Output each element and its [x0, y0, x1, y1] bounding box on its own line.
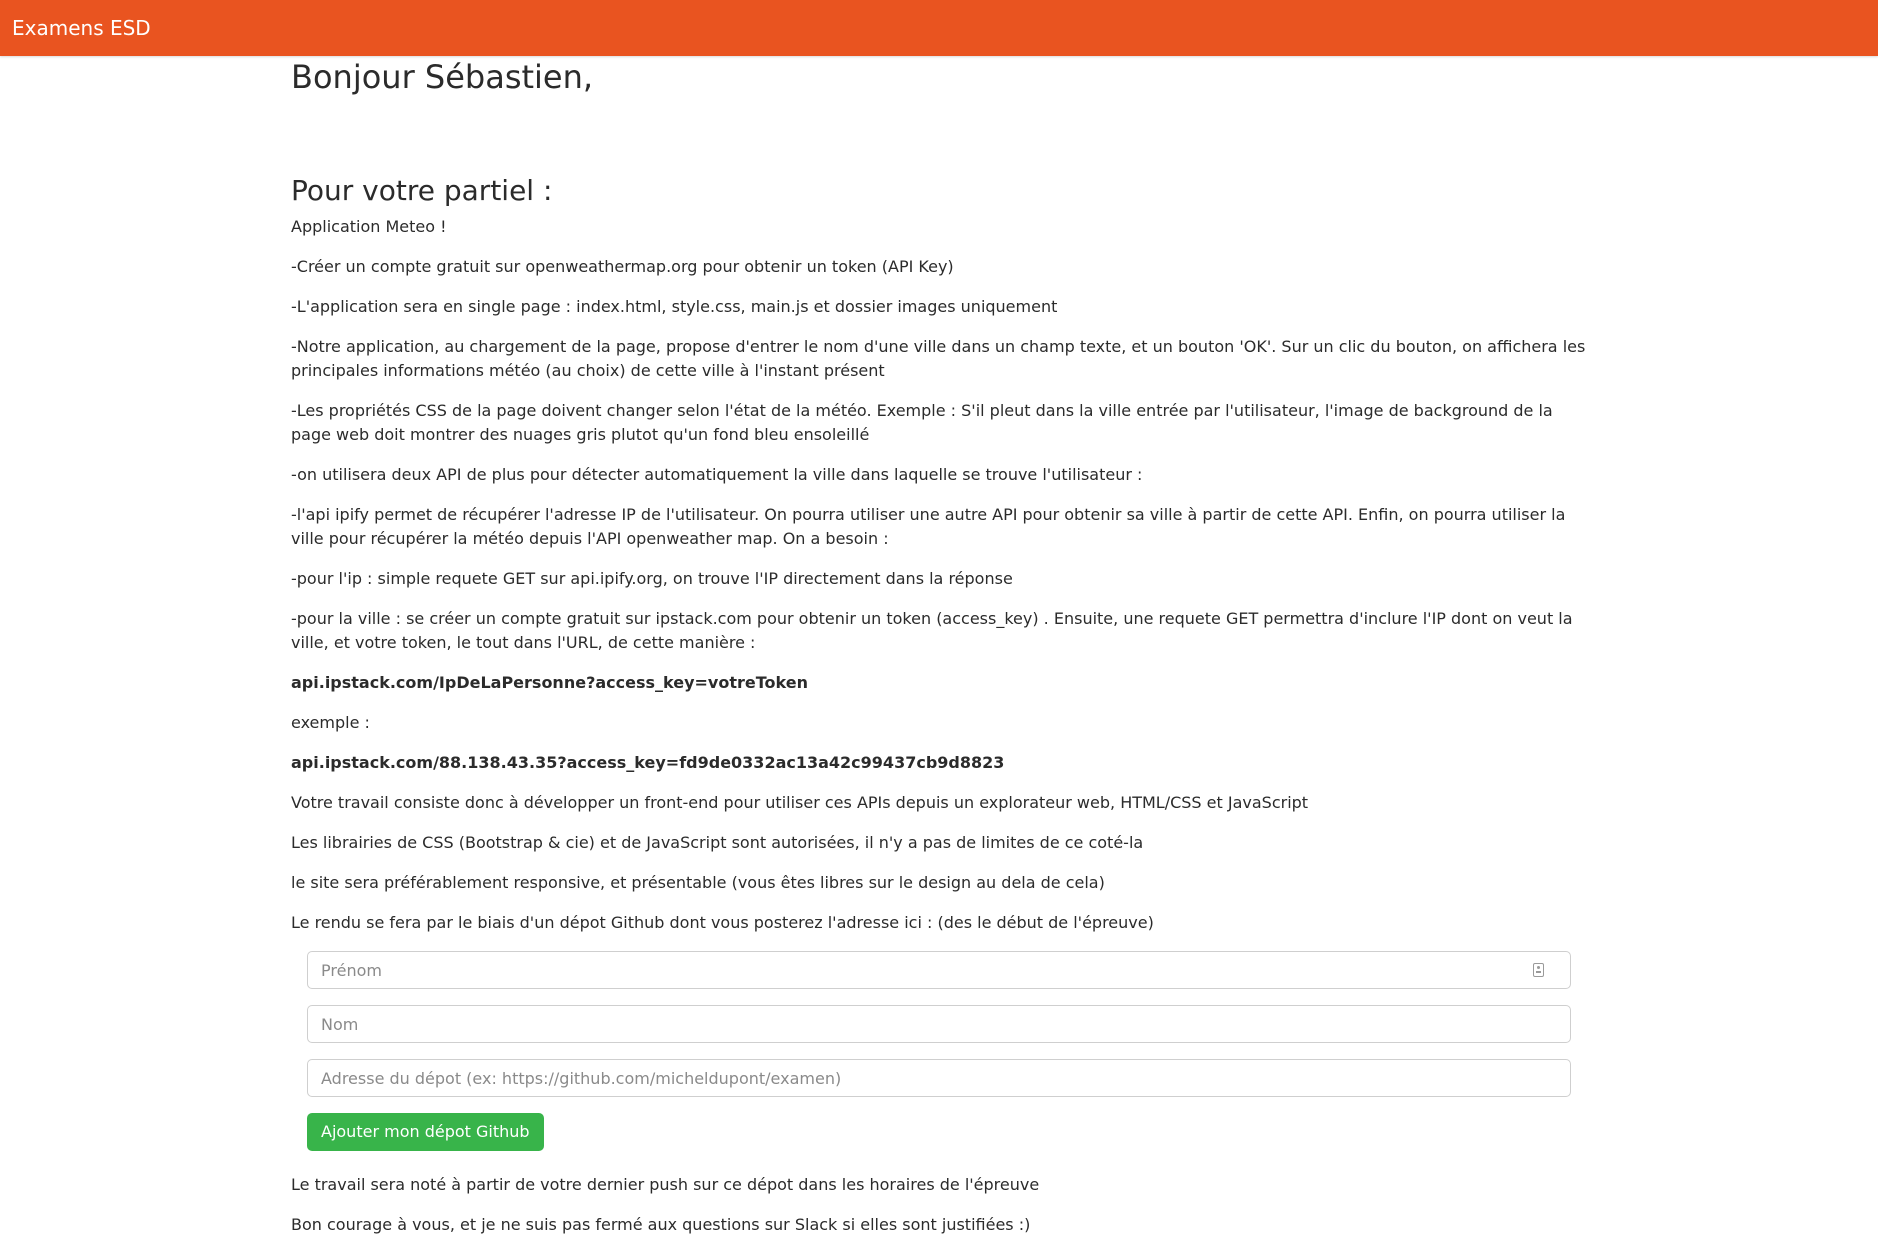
- instruction-paragraph: -Notre application, au chargement de la …: [291, 337, 1586, 380]
- firstname-input[interactable]: [308, 952, 1570, 988]
- instruction-paragraph: -pour l'ip : simple requete GET sur api.…: [291, 569, 1013, 588]
- lastname-input[interactable]: [308, 1006, 1570, 1042]
- repo-url-field-wrapper: [307, 1059, 1571, 1097]
- repo-submit-form: Ajouter mon dépot Github: [307, 951, 1571, 1173]
- firstname-field-wrapper: [307, 951, 1571, 989]
- closing-paragraph: Bon courage à vous, et je ne suis pas fe…: [291, 1215, 1031, 1234]
- lastname-field-wrapper: [307, 1005, 1571, 1043]
- instruction-paragraph: le site sera préférablement responsive, …: [291, 873, 1105, 892]
- instruction-paragraph: -pour la ville : se créer un compte grat…: [291, 609, 1573, 652]
- instruction-paragraph: Les librairies de CSS (Bootstrap & cie) …: [291, 833, 1144, 852]
- top-navbar: Examens ESD: [0, 0, 1878, 56]
- instruction-paragraph: -L'application sera en single page : ind…: [291, 297, 1058, 316]
- instruction-paragraph: -Créer un compte gratuit sur openweather…: [291, 257, 954, 276]
- code-example: api.ipstack.com/IpDeLaPersonne?access_ke…: [291, 673, 808, 692]
- add-repo-button[interactable]: Ajouter mon dépot Github: [307, 1113, 544, 1151]
- assignment-heading: Pour votre partiel :: [291, 174, 553, 207]
- instruction-paragraph: -on utilisera deux API de plus pour déte…: [291, 465, 1143, 484]
- assignment-content: Application Meteo ! -Créer un compte grat…: [291, 215, 1591, 1253]
- code-example: api.ipstack.com/88.138.43.35?access_key=…: [291, 753, 1005, 772]
- contact-card-icon[interactable]: [1533, 963, 1544, 977]
- instruction-paragraph: Application Meteo !: [291, 217, 447, 236]
- instructions-list: Application Meteo ! -Créer un compte grat…: [291, 215, 1591, 935]
- closing-notes: Le travail sera noté à partir de votre d…: [291, 1173, 1591, 1237]
- brand-link[interactable]: Examens ESD: [12, 15, 151, 41]
- instruction-paragraph: -Les propriétés CSS de la page doivent c…: [291, 401, 1553, 444]
- instruction-paragraph: -l'api ipify permet de récupérer l'adres…: [291, 505, 1566, 548]
- instruction-paragraph: Le rendu se fera par le biais d'un dépot…: [291, 913, 1154, 932]
- closing-paragraph: Le travail sera noté à partir de votre d…: [291, 1175, 1040, 1194]
- instruction-paragraph: Votre travail consiste donc à développer…: [291, 793, 1309, 812]
- repo-url-input[interactable]: [308, 1060, 1570, 1096]
- greeting-heading: Bonjour Sébastien,: [291, 58, 594, 96]
- instruction-paragraph: exemple :: [291, 713, 370, 732]
